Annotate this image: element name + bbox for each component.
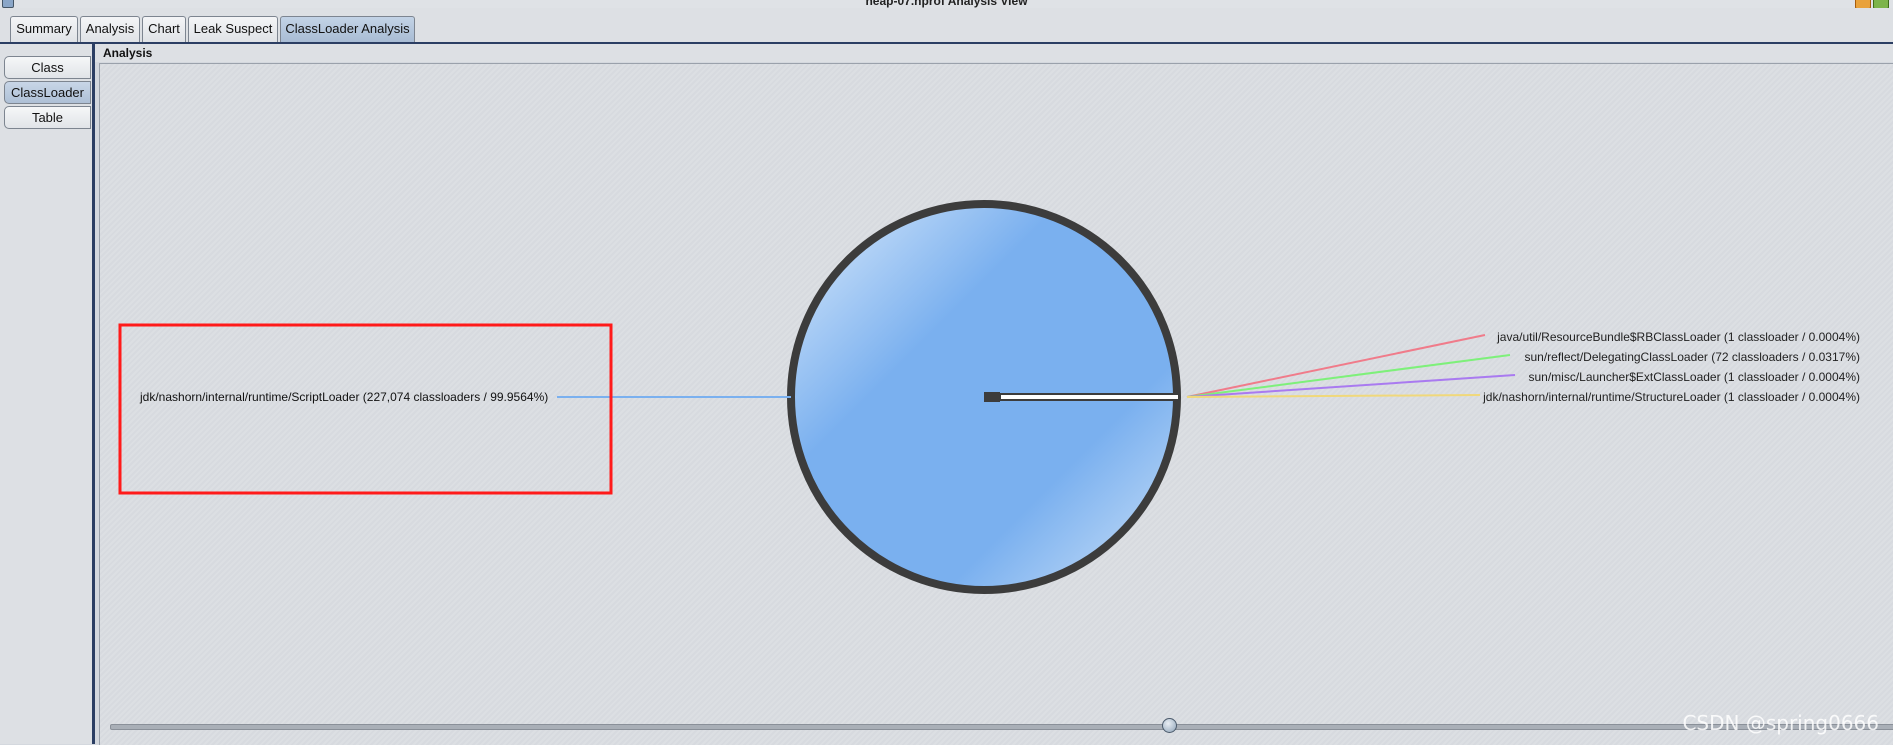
- slice-label-1: java/util/ResourceBundle$RBClassLoader (…: [1496, 330, 1860, 344]
- maximize-icon[interactable]: [1873, 0, 1889, 8]
- zoom-slider-thumb[interactable]: [1162, 718, 1177, 733]
- panel-title: Analysis: [95, 44, 1893, 62]
- highlight-box: [118, 323, 613, 495]
- minimize-icon[interactable]: [1855, 0, 1871, 8]
- tab-analysis[interactable]: Analysis: [80, 16, 140, 42]
- pie-hub: [984, 392, 1000, 402]
- slice-label-4: jdk/nashorn/internal/runtime/StructureLo…: [1482, 390, 1860, 404]
- slice-label-3: sun/misc/Launcher$ExtClassLoader (1 clas…: [1528, 370, 1860, 384]
- tab-chart[interactable]: Chart: [142, 16, 186, 42]
- splitter[interactable]: [92, 44, 95, 744]
- chart-area: jdk/nashorn/internal/runtime/ScriptLoade…: [99, 63, 1893, 745]
- sidebar-item-table[interactable]: Table: [4, 106, 91, 129]
- sidebar-item-class[interactable]: Class: [4, 56, 91, 79]
- pie-slice-small[interactable]: [999, 393, 1180, 401]
- tab-leak-suspect[interactable]: Leak Suspect: [188, 16, 278, 42]
- slice-label-2: sun/reflect/DelegatingClassLoader (72 cl…: [1524, 350, 1860, 364]
- leader-line-2: [1186, 354, 1511, 398]
- tab-strip: Summary Analysis Chart Leak Suspect Clas…: [0, 8, 1893, 44]
- watermark: CSDN @spring0666: [1682, 711, 1879, 735]
- sidebar-item-classloader[interactable]: ClassLoader: [4, 81, 91, 104]
- tab-classloader-analysis[interactable]: ClassLoader Analysis: [280, 16, 415, 42]
- tab-summary[interactable]: Summary: [10, 16, 78, 42]
- pie-chart: jdk/nashorn/internal/runtime/ScriptLoade…: [118, 200, 1860, 594]
- leader-line-4: [1186, 394, 1481, 398]
- window-titlebar: heap-07.hprof Analysis View: [0, 0, 1893, 8]
- slice-label-0: jdk/nashorn/internal/runtime/ScriptLoade…: [139, 390, 548, 404]
- zoom-slider-track[interactable]: [110, 724, 1893, 730]
- window-title: heap-07.hprof Analysis View: [865, 0, 1028, 8]
- side-nav: Class ClassLoader Table: [0, 44, 93, 744]
